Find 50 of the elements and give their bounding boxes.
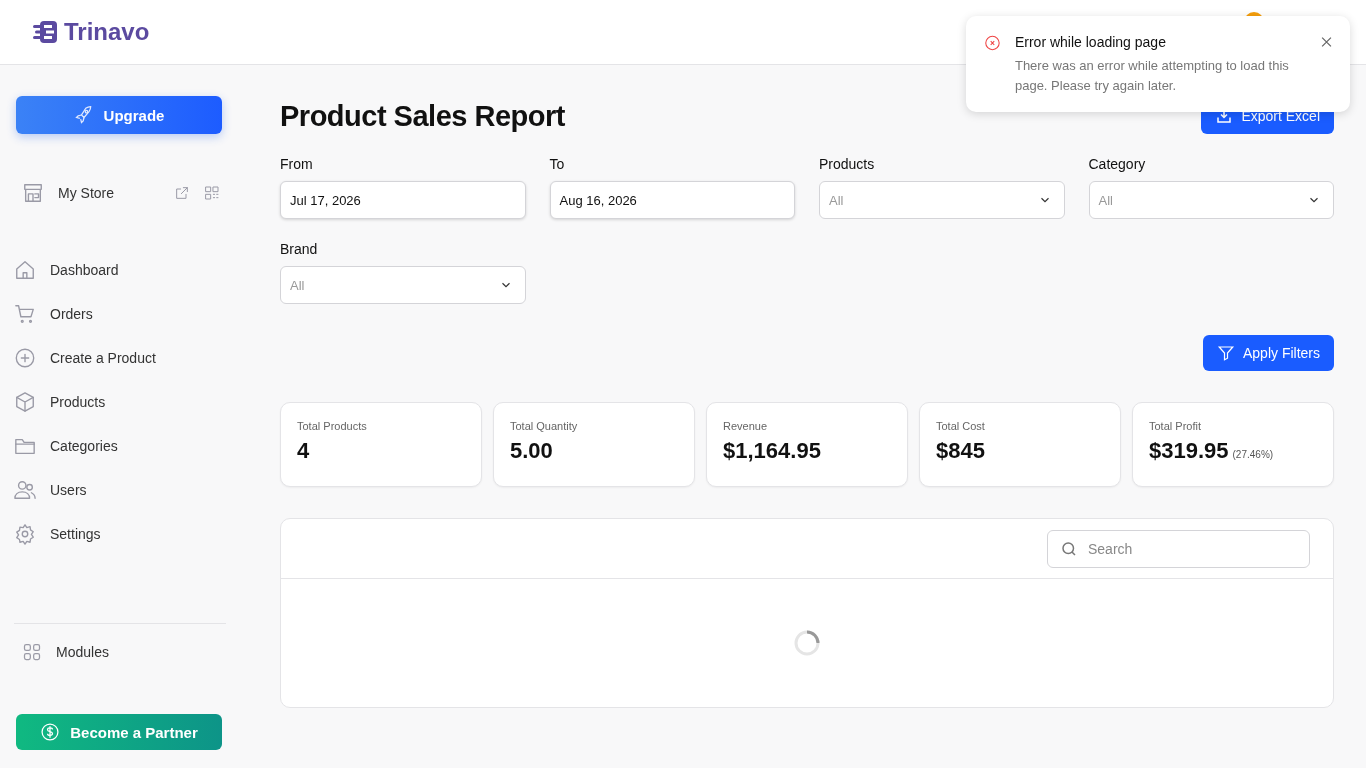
grid-icon: [22, 642, 42, 662]
stat-value: 4: [297, 438, 310, 464]
nav-item[interactable]: Orders: [14, 302, 226, 326]
store-name: My Store: [58, 185, 115, 201]
stat-value: $319.95: [1149, 438, 1229, 464]
box-icon: [14, 391, 36, 413]
users-icon: [14, 479, 36, 501]
field-label: Brand: [280, 241, 319, 257]
date-field[interactable]: Jul 17, 2026: [280, 181, 526, 219]
search-field[interactable]: Search: [1047, 529, 1310, 568]
stat-label: Total Quantity: [510, 420, 579, 432]
stat-label: Total Products: [297, 420, 368, 432]
stat-note: (27.46%): [1232, 449, 1274, 460]
stat-value: $1,164.95: [723, 438, 821, 464]
date-field[interactable]: Aug 16, 2026: [549, 181, 795, 219]
nav-item[interactable]: Users: [14, 478, 226, 502]
store-icon: [22, 182, 44, 204]
rocket-icon: [73, 105, 94, 125]
stat-label: Total Cost: [936, 420, 986, 432]
nav-item[interactable]: Settings: [14, 522, 226, 546]
upgrade-button[interactable]: Upgrade: [16, 96, 222, 134]
field-label: From: [280, 156, 314, 172]
home-icon: [14, 259, 36, 281]
apply-filters-button[interactable]: Apply Filters: [1202, 335, 1334, 371]
stat-value: $845: [936, 438, 985, 464]
nav-item[interactable]: Categories: [14, 434, 226, 458]
search-icon: [1060, 539, 1078, 558]
stat-label: Revenue: [723, 420, 769, 432]
nav-item[interactable]: Create a Product: [14, 346, 226, 370]
brand-logo[interactable]: Trinavo: [32, 18, 150, 46]
dollar-icon: [40, 722, 61, 742]
field-label: Category: [1088, 156, 1147, 172]
qr-code-icon[interactable]: [204, 185, 220, 201]
stat-label: Total Profit: [1149, 420, 1202, 432]
field-label: Products: [819, 156, 876, 172]
toast-title: Error while loading page: [1014, 34, 1167, 50]
stat-value: 5.00: [510, 438, 553, 464]
nav-item[interactable]: Dashboard: [14, 258, 226, 282]
field-label: To: [549, 156, 566, 172]
cart-icon: [14, 303, 36, 325]
external-link-icon[interactable]: [174, 185, 190, 201]
toast-message: There was an error while attempting to load this page. Please try again later.: [1014, 57, 1290, 95]
filter-icon: [1216, 344, 1235, 362]
error-icon: [984, 34, 1001, 52]
logo-icon: [32, 20, 58, 44]
plus-circle-icon: [14, 347, 36, 369]
settings-icon: [14, 523, 36, 545]
nav-item[interactable]: Products: [14, 390, 226, 414]
modules-link[interactable]: Modules: [14, 624, 226, 662]
page-title: Product Sales Report: [280, 99, 565, 133]
